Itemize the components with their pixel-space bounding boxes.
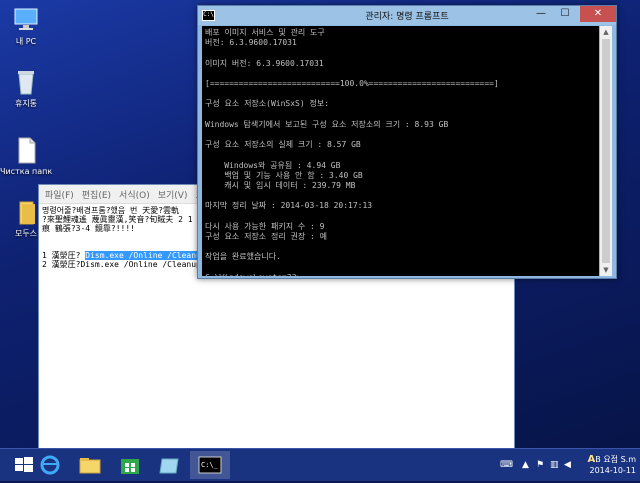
console-line: 구성 요소 저장소의 실제 크기 : 8.57 GB [205, 140, 361, 150]
menu-view[interactable]: 보기(V) [158, 188, 188, 201]
file-explorer-icon [79, 458, 101, 474]
folder-icon [11, 198, 41, 226]
taskbar: C:\_ ⌨ ▲ ⚑ ▥ ◀ AB 요점 S.m 2014-10-11 [0, 448, 640, 481]
console-line: 백업 및 기능 사용 안 함 : 3.40 GB [205, 170, 363, 180]
console-line: Windows 탐색기에서 보고된 구성 요소 저장소의 크기 : 8.93 G… [205, 119, 449, 129]
console-line: 작업을 완료했습니다. [205, 252, 281, 262]
flag-icon[interactable]: ⚑ [536, 460, 544, 470]
console-text: 배포 이미지 서비스 및 관리 도구 버전: 6.3.9600.17031 이미지… [202, 26, 599, 276]
close-button[interactable]: ✕ [580, 6, 616, 22]
document-icon [11, 136, 41, 164]
volume-icon[interactable]: ◀ [564, 460, 571, 470]
command-prompt-icon: C:\_ [198, 456, 222, 474]
notepad-icon [159, 458, 179, 474]
desktop-icon-cleanup-file[interactable]: Чистка папки Win [0, 136, 52, 177]
store-icon [121, 459, 139, 474]
show-hidden-icons-icon[interactable]: ▲ [522, 460, 529, 470]
taskbar-command-prompt[interactable]: C:\_ [190, 451, 230, 479]
computer-icon [11, 6, 41, 34]
menu-edit[interactable]: 편집(E) [82, 188, 111, 201]
console-line: 캐시 및 임시 데이터 : 239.79 MB [205, 181, 356, 191]
console-line: 구성 요소 저장소(WinSxS) 정보: [205, 99, 330, 109]
console-line: [===========================100.0%======… [205, 79, 499, 89]
vertical-scrollbar[interactable]: ▲ ▼ [600, 26, 612, 276]
console-line: 마지막 정리 날짜 : 2014-03-18 20:17:13 [205, 201, 373, 211]
console-output[interactable]: 배포 이미지 서비스 및 관리 도구 버전: 6.3.9600.17031 이미지… [202, 26, 599, 276]
maximize-button[interactable]: ☐ [554, 6, 576, 22]
scroll-down-arrow-icon[interactable]: ▼ [600, 264, 612, 276]
keyboard-icon[interactable]: ⌨ [500, 460, 513, 470]
title-bar[interactable]: C:\ 관리자: 명령 프롬프트 — ☐ ✕ [198, 6, 616, 25]
recycle-bin-icon [11, 68, 41, 96]
taskbar-notepad[interactable] [150, 451, 190, 479]
console-line: 이미지 버전: 6.3.9600.17031 [205, 58, 324, 68]
scroll-thumb[interactable] [602, 39, 610, 263]
command-prompt-window[interactable]: C:\ 관리자: 명령 프롬프트 — ☐ ✕ 배포 이미지 서비스 및 관리 도… [197, 5, 617, 279]
scroll-up-arrow-icon[interactable]: ▲ [600, 26, 612, 38]
clock-date: 2014-10-11 [589, 466, 637, 475]
taskbar-store[interactable] [110, 451, 150, 479]
desktop-icon-this-pc[interactable]: 내 PC [0, 6, 52, 47]
taskbar-internet-explorer[interactable] [30, 451, 70, 479]
svg-text:C:\_: C:\_ [201, 461, 219, 469]
menu-format[interactable]: 서식(O) [119, 188, 150, 201]
console-line: 배포 이미지 서비스 및 관리 도구 [205, 28, 325, 37]
console-line: C:\Windows\system32> [205, 273, 599, 276]
minimize-button[interactable]: — [530, 6, 552, 22]
system-clock[interactable]: AB 요점 S.m 2014-10-11 [588, 454, 636, 476]
internet-explorer-icon [40, 455, 60, 475]
taskbar-file-explorer[interactable] [70, 451, 110, 479]
console-line: 구성 요소 저장소 정리 권장 : 예 [205, 232, 328, 242]
clock-brand: AB 요점 S.m [587, 454, 636, 465]
desktop-icon-recycle-bin[interactable]: 휴지통 [0, 68, 52, 109]
network-icon[interactable]: ▥ [550, 460, 559, 470]
console-line: Windows와 공유됨 : 4.94 GB [205, 160, 341, 170]
menu-file[interactable]: 파일(F) [45, 188, 74, 201]
console-line: 버전: 6.3.9600.17031 [205, 38, 297, 48]
console-line: 다시 사용 가능한 패키지 수 : 9 [205, 221, 325, 231]
selected-text: Dism.exe /Online /Cleanup-I [85, 251, 216, 260]
